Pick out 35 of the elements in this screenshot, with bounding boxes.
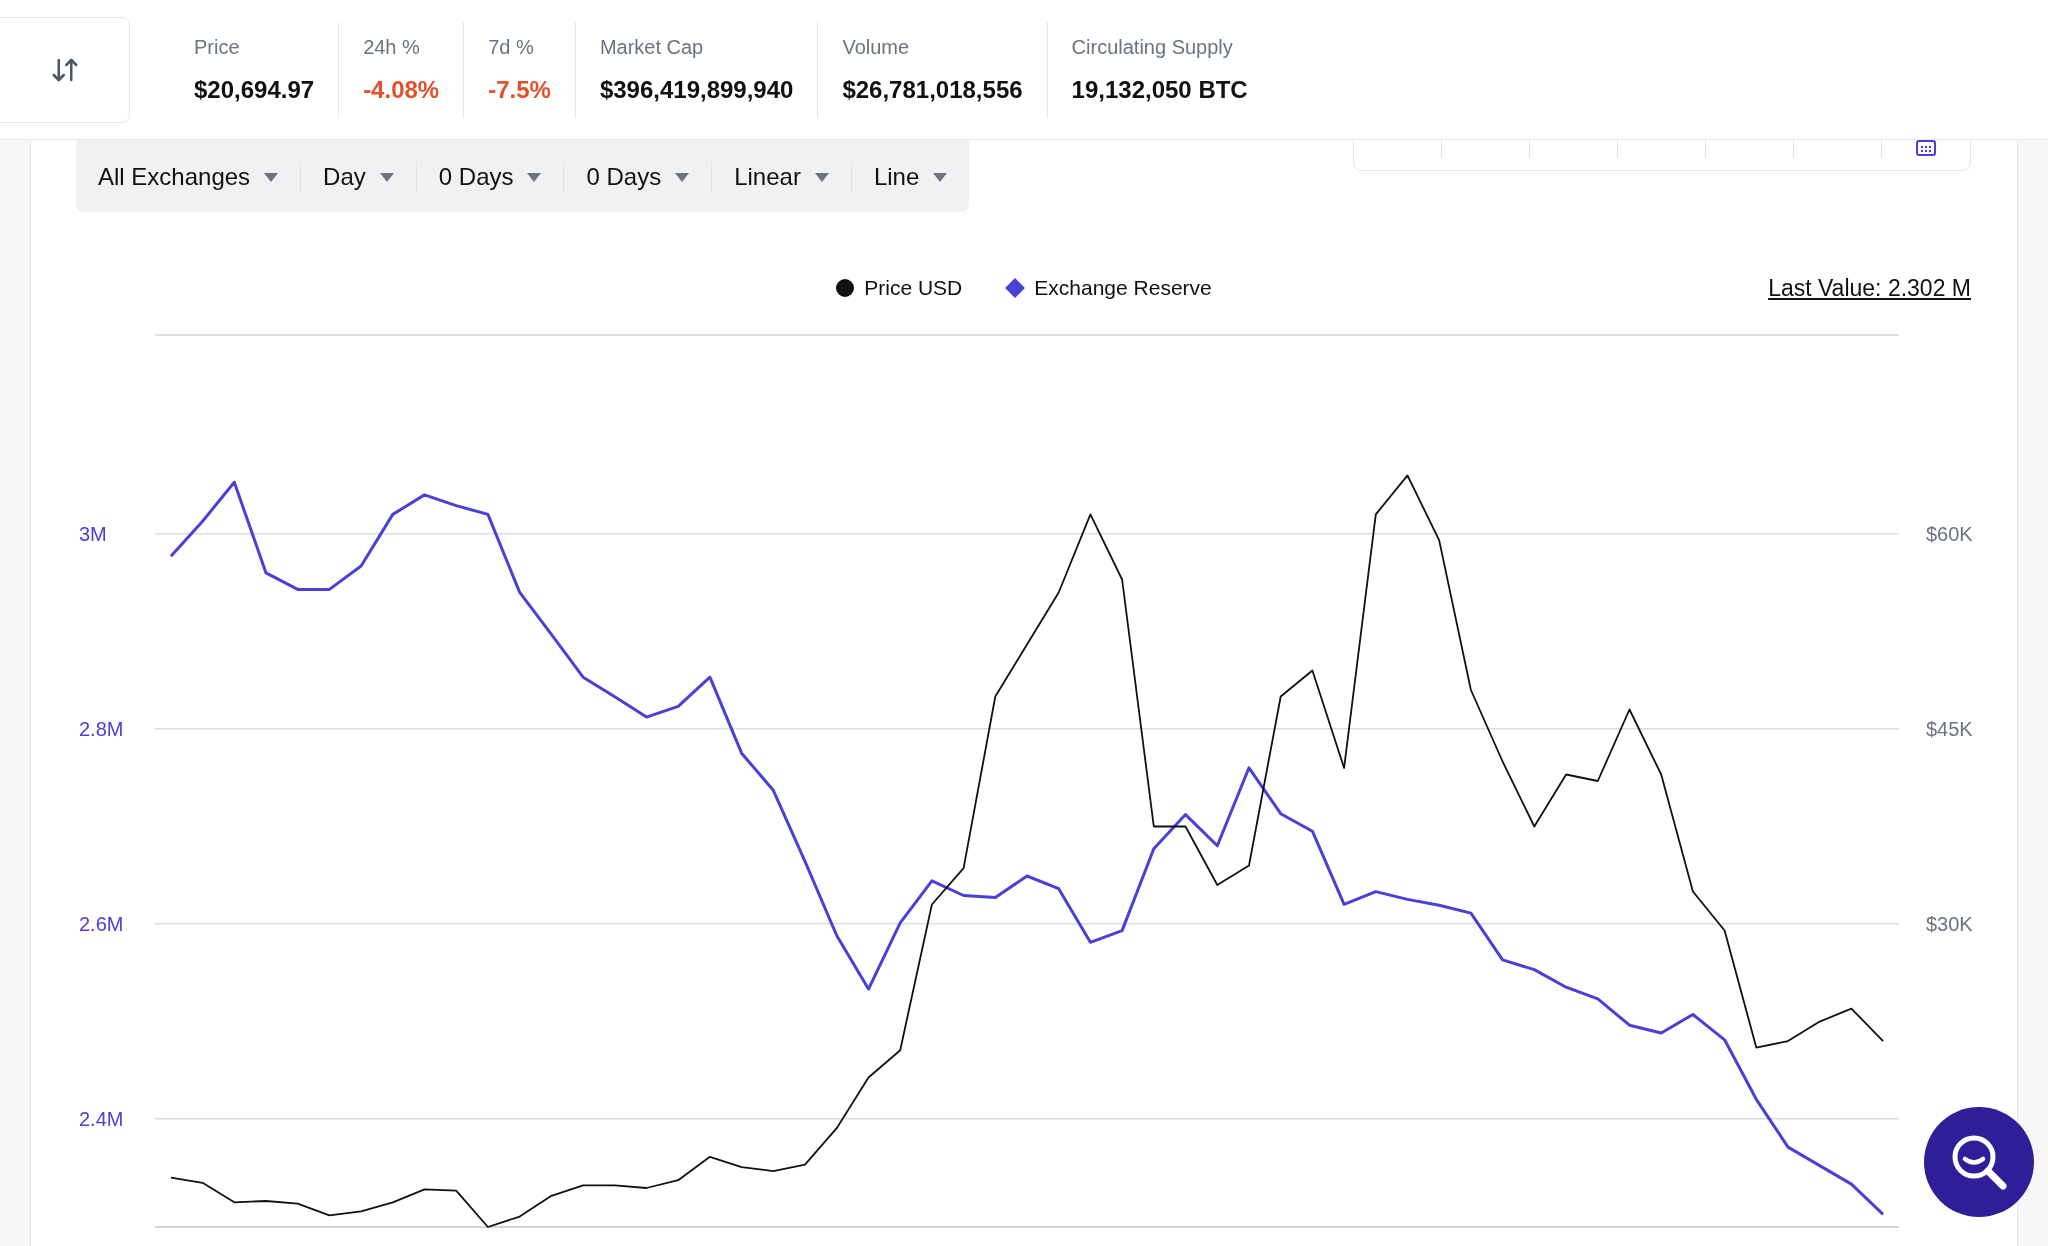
stat-value: -7.5% — [488, 74, 551, 105]
stat-label: Volume — [842, 34, 911, 60]
stat-value: -4.08% — [363, 74, 440, 105]
stat-value: 19,132,050 BTC — [1071, 74, 1248, 105]
axis-label: 3M — [79, 522, 107, 545]
filter-dropdown[interactable]: Day — [323, 162, 394, 192]
stat-value: $20,694.97 — [194, 74, 315, 105]
stat-value: $26,781,018,556 — [842, 74, 1023, 105]
filter-dropdown[interactable]: Line — [873, 162, 948, 192]
stat-label: Circulating Supply — [1071, 34, 1234, 60]
caret-icon — [264, 172, 279, 182]
axis-label: $30K — [1926, 913, 1973, 936]
caret-icon — [814, 172, 829, 182]
caret-icon — [675, 172, 690, 182]
filter-dropdown[interactable]: 0 Days — [438, 162, 542, 192]
filter-dropdown[interactable]: All Exchanges — [98, 162, 279, 192]
axis-label: 2.4M — [79, 1107, 124, 1130]
last-value-link[interactable]: Last Value: 2.302 M — [1768, 270, 1971, 306]
stat-label: 7d % — [488, 34, 535, 60]
caret-icon — [379, 172, 394, 182]
caret-icon — [933, 172, 948, 182]
legend-label[interactable]: Price USD — [864, 272, 963, 304]
axis-label: $60K — [1926, 522, 1973, 545]
stat-label: 24h % — [363, 34, 421, 60]
legend-label[interactable]: Exchange Reserve — [1034, 272, 1212, 304]
calendar-icon — [1916, 140, 1936, 156]
filter-dropdown[interactable]: 0 Days — [586, 162, 690, 192]
stat-label: Market Cap — [599, 34, 705, 60]
axis-label: 2.8M — [79, 717, 124, 740]
caret-icon — [527, 172, 542, 182]
axis-label: 2.6M — [79, 912, 124, 935]
stat-label: Price — [194, 34, 241, 60]
filter-dropdown[interactable]: Linear — [734, 162, 829, 192]
stat-value: $396,419,899,940 — [599, 74, 794, 105]
axis-label: $45K — [1926, 718, 1973, 740]
